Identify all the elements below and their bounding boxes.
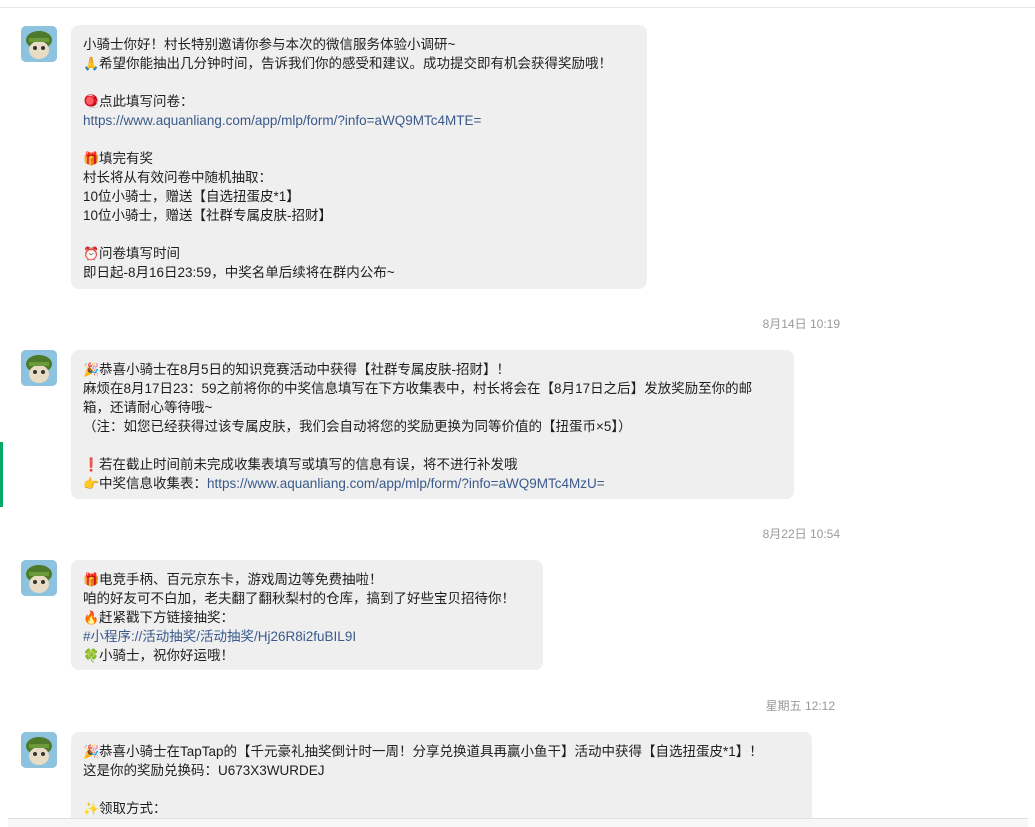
praying-hands-icon: 🙏: [83, 56, 100, 71]
survey-link[interactable]: https://www.aquanliang.com/app/mlp/form/…: [83, 113, 481, 128]
message-line: 村长将从有效问卷中随机抽取：: [83, 170, 272, 185]
message-line: 🎁电竞手柄、百元京东卡，游戏周边等免费抽啦！: [83, 572, 383, 587]
message-bubble[interactable]: 小骑士你好！村长特别邀请你参与本次的微信服务体验小调研~ 🙏希望你能抽出几分钟时…: [71, 25, 647, 289]
message-bubble[interactable]: 🎉恭喜小骑士在TapTap的【千元豪礼抽奖倒计时一周！分享兑换道具再赢小鱼干】活…: [71, 732, 812, 822]
top-divider: [0, 7, 1035, 8]
yoyo-icon: 🪀: [83, 94, 100, 109]
message-line: 🪀点此填写问卷：: [83, 94, 194, 109]
avatar[interactable]: [21, 560, 57, 596]
message-line: （注：如您已经获得过该专属皮肤，我们会自动将您的奖励更换为同等价值的【扭蛋币×5…: [83, 419, 632, 434]
message-line: #小程序://活动抽奖/活动抽奖/Hj26R8i2fuBIL9I: [83, 627, 531, 646]
avatar[interactable]: [21, 26, 57, 62]
message-line: 这是你的奖励兑换码：U673X3WURDEJ: [83, 763, 325, 778]
message-line: 🍀小骑士，祝你好运哦！: [83, 648, 234, 663]
pointing-hand-icon: 👉: [83, 476, 100, 491]
avatar[interactable]: [21, 350, 57, 386]
active-indicator: [0, 442, 3, 507]
message-line: 即日起-8月16日23:59，中奖名单后续将在群内公布~: [83, 265, 395, 280]
message-line: ✨领取方式：: [83, 801, 167, 816]
message-line: 箱，还请耐心等待哦~: [83, 400, 213, 415]
message-bubble[interactable]: 🎉恭喜小骑士在8月5日的知识竞赛活动中获得【社群专属皮肤-招财】！ 麻烦在8月1…: [71, 350, 794, 499]
party-popper-icon: 🎉: [83, 744, 100, 759]
gift-icon: 🎁: [83, 151, 100, 166]
message-line: 咱的好友可不白加，老夫翻了翻秋梨村的仓库，搞到了好些宝贝招待你！: [83, 591, 515, 606]
message-line: 👉中奖信息收集表：https://www.aquanliang.com/app/…: [83, 476, 605, 491]
form-link[interactable]: https://www.aquanliang.com/app/mlp/form/…: [207, 476, 605, 491]
gift-icon: 🎁: [83, 572, 100, 587]
message-line: 🎉恭喜小骑士在8月5日的知识竞赛活动中获得【社群专属皮肤-招财】！: [83, 362, 511, 377]
four-leaf-clover-icon: 🍀: [83, 648, 100, 663]
message-line: 10位小骑士，赠送【自选扭蛋皮*1】: [83, 189, 300, 204]
timestamp: 星期五 12:12: [765, 699, 835, 713]
sparkles-icon: ✨: [83, 801, 100, 816]
message-line: 麻烦在8月17日23：59之前将你的中奖信息填写在下方收集表中，村长将会在【8月…: [83, 381, 753, 396]
message-line: 10位小骑士，赠送【社群专属皮肤-招财】: [83, 208, 333, 223]
message-line: 🙏希望你能抽出几分钟时间，告诉我们你的感受和建议。成功提交即有机会获得奖励哦！: [83, 56, 612, 71]
avatar[interactable]: [21, 732, 57, 768]
timestamp: 8月22日 10:54: [762, 527, 840, 541]
mini-program-link[interactable]: #小程序://活动抽奖/活动抽奖/Hj26R8i2fuBIL9I: [83, 629, 356, 644]
exclamation-icon: ❗: [83, 457, 100, 472]
message-line: 小骑士你好！村长特别邀请你参与本次的微信服务体验小调研~: [83, 37, 456, 52]
message-line: 🔥赶紧戳下方链接抽奖：: [83, 610, 234, 625]
message-line: 🎉恭喜小骑士在TapTap的【千元豪礼抽奖倒计时一周！分享兑换道具再赢小鱼干】活…: [83, 744, 763, 759]
party-popper-icon: 🎉: [83, 362, 100, 377]
alarm-clock-icon: ⏰: [83, 246, 100, 261]
timestamp: 8月14日 10:19: [762, 317, 840, 331]
message-line: ❗若在截止时间前未完成收集表填写或填写的信息有误，将不进行补发哦: [83, 457, 518, 472]
message-line: https://www.aquanliang.com/app/mlp/form/…: [83, 111, 635, 130]
message-line: ⏰问卷填写时间: [83, 246, 180, 261]
fire-icon: 🔥: [83, 610, 100, 625]
message-bubble[interactable]: 🎁电竞手柄、百元京东卡，游戏周边等免费抽啦！ 咱的好友可不白加，老夫翻了翻秋梨村…: [71, 560, 543, 670]
message-line: 🎁填完有奖: [83, 151, 153, 166]
